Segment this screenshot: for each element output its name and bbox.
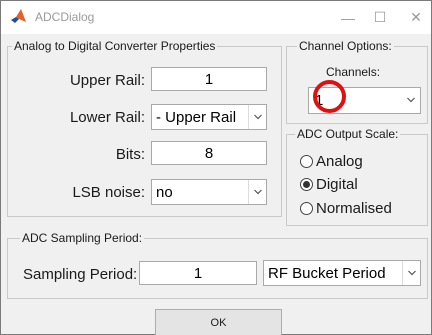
upper-rail-field[interactable]: 1 <box>151 67 267 91</box>
sampling-period-field[interactable]: 1 <box>139 261 257 285</box>
radio-digital[interactable]: Digital <box>300 175 358 193</box>
radio-analog[interactable]: Analog <box>300 152 363 170</box>
bits-field[interactable]: 8 <box>151 141 267 165</box>
ok-button[interactable]: OK <box>155 309 282 335</box>
chevron-down-icon <box>248 105 266 129</box>
chevron-down-icon <box>402 88 420 112</box>
lower-rail-dropdown[interactable]: - Upper Rail <box>151 104 267 130</box>
chevron-down-icon <box>248 180 266 204</box>
close-button[interactable]: ✕ <box>393 1 432 34</box>
matlab-logo-icon <box>10 8 27 25</box>
radio-analog-label: Analog <box>316 152 363 170</box>
lsb-noise-dropdown[interactable]: no <box>151 179 267 205</box>
lsb-noise-selected: no <box>156 184 173 201</box>
channels-label: Channels: <box>326 65 381 79</box>
adc-properties-group-title: Analog to Digital Converter Properties <box>12 39 218 53</box>
output-scale-group: ADC Output Scale: Analog Digital Normali… <box>286 127 428 226</box>
channel-options-group-title: Channel Options: <box>297 39 394 53</box>
lsb-noise-label: LSB noise: <box>72 184 145 201</box>
sampling-period-label: Sampling Period: <box>23 266 138 283</box>
bits-label: Bits: <box>115 146 145 163</box>
radio-digital-label: Digital <box>316 175 358 193</box>
adc-dialog-window: ADCDialog — ☐ ✕ Analog to Digital Conver… <box>0 0 432 335</box>
radio-normalised-label: Normalised <box>316 199 392 217</box>
channels-dropdown[interactable]: 1 <box>308 87 421 114</box>
lower-rail-selected: - Upper Rail <box>156 109 237 126</box>
radio-button-selected-icon <box>300 177 313 191</box>
title-bar[interactable]: ADCDialog — ☐ ✕ <box>1 1 431 34</box>
chevron-down-icon <box>402 261 420 285</box>
radio-normalised[interactable]: Normalised <box>300 199 392 217</box>
sampling-unit-dropdown[interactable]: RF Bucket Period <box>263 260 421 286</box>
upper-rail-label: Upper Rail: <box>69 72 145 89</box>
sampling-unit-selected: RF Bucket Period <box>268 265 386 282</box>
output-scale-group-title: ADC Output Scale: <box>295 127 401 141</box>
window-title: ADCDialog <box>35 10 95 24</box>
sampling-period-group-title: ADC Sampling Period: <box>20 231 145 245</box>
channels-selected: 1 <box>315 92 324 109</box>
lower-rail-label: Lower Rail: <box>69 109 145 126</box>
radio-button-icon <box>300 154 313 168</box>
radio-button-icon <box>300 201 313 215</box>
